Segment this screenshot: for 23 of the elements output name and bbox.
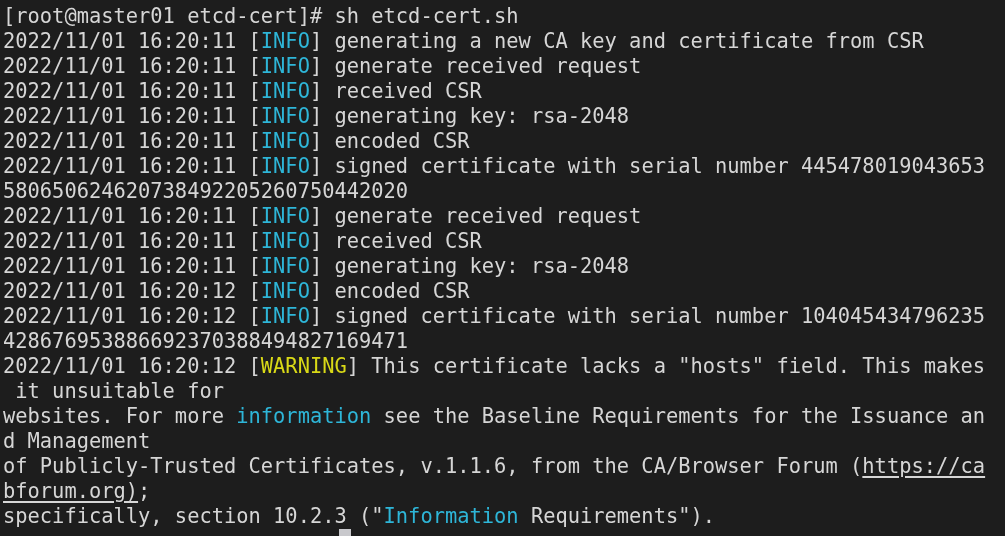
terminal-text: ; [138,479,151,503]
terminal-line: 2022/11/01 16:20:11 [INFO] generate received request [3,204,642,229]
terminal-line: 2022/11/01 16:20:11 [INFO] signed certificate with serial number 445478019043653 [3,154,986,179]
terminal-line: it unsuitable for [14,379,224,404]
terminal-text: of Publicly-Trusted Certificates, v.1.1.6, from the CA/Browser Forum ( [3,454,863,478]
terminal-line: 2022/11/01 16:20:12 [WARNING] This certificate lacks a "hosts" field. This makes [3,354,986,379]
terminal-line: d Management [3,429,151,454]
terminal-line: 2022/11/01 16:20:11 [INFO] generating key: rsa-2048 [3,104,630,129]
terminal-line: specifically, section 10.2.3 ("Information Requirements"). [3,504,716,529]
terminal-line: 2022/11/01 16:20:12 [INFO] signed certificate with serial number 104045434796235 [3,304,986,329]
terminal-line: 2022/11/01 16:20:11 [INFO] generate received request [3,54,642,79]
terminal-line: 428676953886692370388494827169471 [3,329,409,354]
terminal-line: [root@master01 etcd-cert]# sh etcd-cert.sh [3,4,519,29]
terminal-line: 2022/11/01 16:20:11 [INFO] received CSR [3,229,482,254]
terminal-line: 2022/11/01 16:20:12 [INFO] encoded CSR [3,279,470,304]
url-link[interactable]: bforum.org) [3,479,139,503]
terminal-line: 580650624620738492205260750442020 [3,179,409,204]
terminal-line: 2022/11/01 16:20:11 [INFO] generating a new CA key and certificate from CSR [3,29,924,54]
terminal-line: websites. For more information see the Baseline Requirements for the Issuance an [3,404,986,429]
url-link[interactable]: https://ca [862,454,986,478]
terminal-line: 2022/11/01 16:20:11 [INFO] encoded CSR [3,129,470,154]
terminal-line: 2022/11/01 16:20:11 [INFO] generating key: rsa-2048 [3,254,630,279]
terminal-line: 2022/11/01 16:20:11 [INFO] received CSR [3,79,482,104]
